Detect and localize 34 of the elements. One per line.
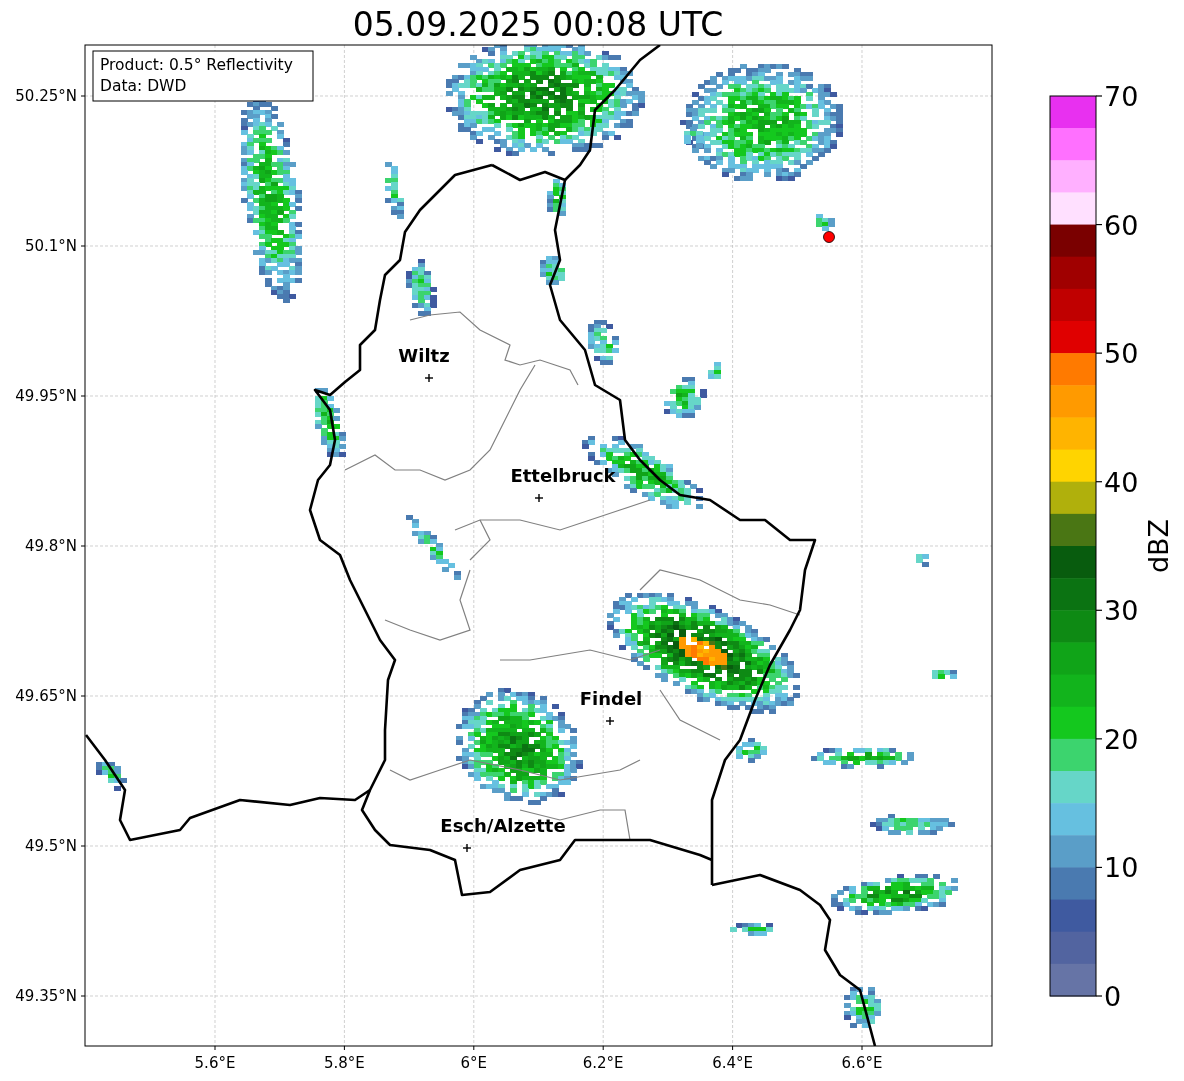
longitude-tick-label: 6°E [460, 1054, 488, 1072]
city-marker-icon [605, 716, 615, 726]
colorbar-tick-label: 0 [1104, 981, 1122, 1012]
longitude-tick-label: 5.6°E [194, 1054, 236, 1072]
colorbar-tick-label: 40 [1104, 466, 1139, 498]
colorbar-tick-label: 50 [1104, 338, 1139, 370]
longitude-tick-label: 6.6°E [841, 1054, 883, 1072]
chart-title: 05.09.2025 00:08 UTC [352, 5, 724, 44]
colorbar-tick-label: 20 [1104, 723, 1139, 755]
colorbar-tick-label: 60 [1104, 209, 1139, 241]
latitude-tick-label: 49.8°N [24, 537, 77, 555]
location-dot [823, 231, 835, 243]
colorbar-tick-label: 30 [1104, 595, 1139, 627]
longitude-tick-label: 5.8°E [324, 1054, 365, 1072]
longitude-tick-label: 6.4°E [712, 1054, 753, 1072]
latitude-tick-label: 50.1°N [24, 237, 77, 255]
city-marker-icon [424, 373, 434, 383]
info-text: Data: DWD [100, 77, 187, 95]
city-label: Findel [579, 688, 643, 709]
longitude-tick-label: 6.2°E [582, 1054, 624, 1072]
city-label: Wiltz [398, 345, 450, 366]
latitude-tick-label: 49.95°N [15, 387, 77, 405]
latitude-tick-label: 50.25°N [15, 87, 77, 105]
latitude-tick-label: 49.65°N [15, 687, 77, 705]
colorbar-label: dBZ [1143, 518, 1174, 574]
city-label: Esch/Alzette [440, 815, 566, 836]
latitude-tick-label: 49.5°N [24, 837, 77, 855]
city-marker-icon [534, 493, 544, 503]
info-text: Product: 0.5° Reflectivity [100, 56, 293, 74]
colorbar-tick-label: 10 [1104, 852, 1139, 884]
city-label: Ettelbruck [510, 465, 616, 486]
colorbar-tick-label: 70 [1104, 81, 1139, 112]
city-marker-icon [462, 843, 472, 853]
latitude-tick-label: 49.35°N [15, 987, 77, 1005]
